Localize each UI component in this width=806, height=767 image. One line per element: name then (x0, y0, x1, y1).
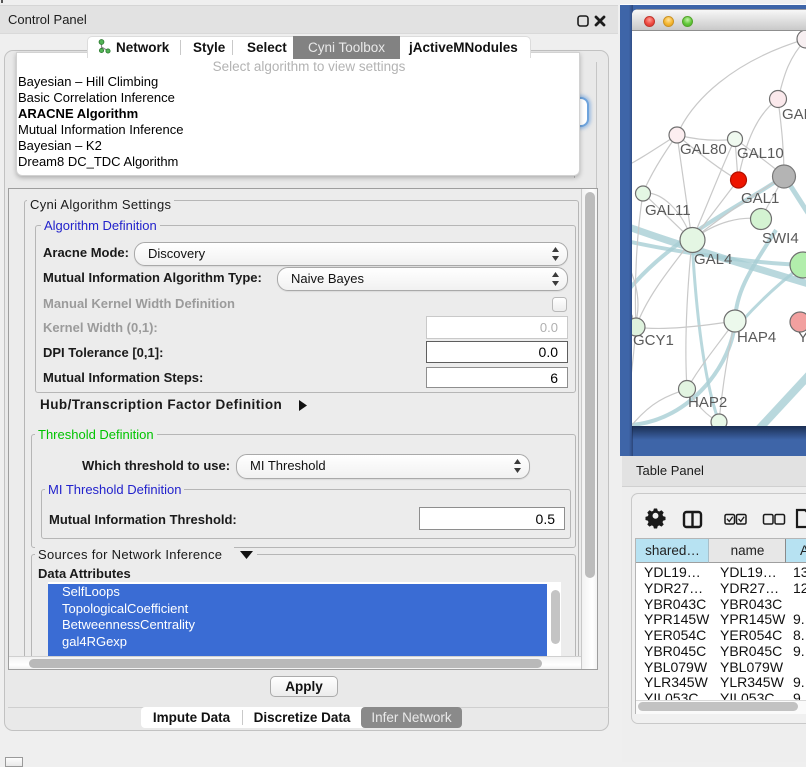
svg-text:GAL1: GAL1 (741, 190, 779, 207)
svg-text:GAL11: GAL11 (645, 202, 691, 219)
svg-text:GAL7: GAL7 (782, 106, 806, 123)
svg-text:HAP2: HAP2 (688, 394, 727, 411)
svg-text:GAL80: GAL80 (680, 141, 727, 158)
svg-text:GCY1: GCY1 (633, 332, 674, 349)
svg-text:Y: Y (798, 329, 806, 346)
svg-text:SWI4: SWI4 (762, 230, 799, 247)
svg-text:HAP4: HAP4 (737, 329, 776, 346)
svg-text:GAL10: GAL10 (737, 145, 784, 162)
svg-text:GAL4: GAL4 (694, 251, 732, 268)
